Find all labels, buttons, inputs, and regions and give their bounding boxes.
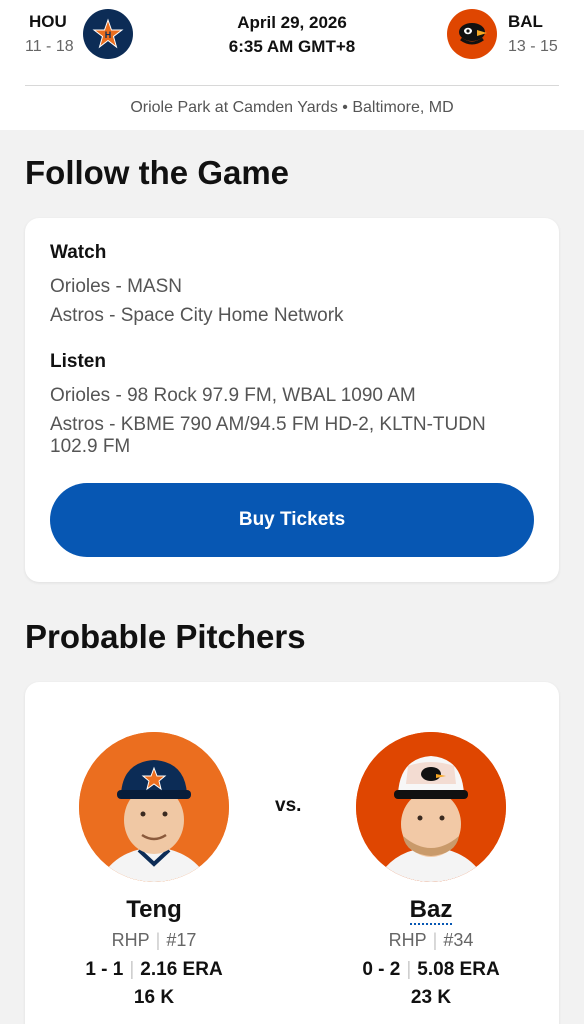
game-header: HOU 11 - 18 H April 29, 2026 6:35 AM GMT…	[0, 0, 584, 130]
home-pitcher-number: #34	[443, 930, 474, 950]
away-pitcher-name[interactable]: Teng	[54, 896, 254, 924]
away-pitcher-era: 2.16 ERA	[140, 959, 223, 980]
meta-separator: |	[155, 930, 161, 950]
header-divider	[25, 85, 559, 86]
watch-item-orioles: Orioles - MASN	[50, 276, 182, 297]
home-pitcher-stats: 0 - 2 | 5.08 ERA	[321, 959, 541, 981]
away-pitcher-hand: RHP	[111, 930, 150, 950]
home-pitcher-name[interactable]: Baz	[331, 896, 531, 925]
home-pitcher-strikeouts: 23 K	[410, 987, 452, 1008]
listen-heading: Listen	[50, 351, 106, 372]
venue-label: Oriole Park at Camden Yards • Baltimore,…	[130, 99, 454, 116]
watch-item-astros: Astros - Space City Home Network	[50, 305, 344, 326]
home-pitcher-hand: RHP	[388, 930, 427, 950]
away-pitcher-stats: 1 - 1 | 2.16 ERA	[44, 959, 264, 981]
orioles-logo-icon[interactable]	[447, 9, 497, 59]
away-pitcher-number: #17	[166, 930, 197, 950]
meta-separator: |	[432, 930, 438, 950]
home-pitcher-name-text[interactable]: Baz	[409, 896, 453, 925]
follow-card: Watch Orioles - MASN Astros - Space City…	[25, 218, 559, 582]
home-pitcher-record: 0 - 2	[362, 959, 401, 980]
away-pitcher-strikeouts: 16 K	[133, 987, 175, 1008]
away-pitcher-record: 1 - 1	[85, 959, 124, 980]
follow-section-title: Follow the Game	[25, 154, 290, 191]
pitchers-card: Teng RHP | #17 1 - 1 | 2.16 ERA 16 K vs. Baz…	[25, 682, 559, 1024]
buy-tickets-button[interactable]: Buy Tickets	[50, 483, 534, 557]
away-pitcher-meta: RHP | #17	[54, 930, 254, 951]
stats-separator: |	[129, 959, 135, 980]
listen-item-orioles: Orioles - 98 Rock 97.9 FM, WBAL 1090 AM	[50, 385, 416, 406]
home-pitcher-meta: RHP | #34	[331, 930, 531, 951]
stats-separator: |	[406, 959, 412, 980]
home-pitcher-era: 5.08 ERA	[417, 959, 500, 980]
listen-item-astros: Astros - KBME 790 AM/94.5 FM HD-2, KLTN-…	[50, 414, 486, 457]
versus-label: vs.	[275, 795, 302, 816]
home-pitcher-avatar[interactable]	[356, 732, 506, 882]
home-team-abbr[interactable]: BAL	[508, 12, 543, 32]
pitchers-section-title: Probable Pitchers	[25, 618, 306, 655]
away-pitcher-avatar[interactable]	[79, 732, 229, 882]
watch-heading: Watch	[50, 242, 107, 263]
home-team-record: 13 - 15	[508, 38, 558, 55]
